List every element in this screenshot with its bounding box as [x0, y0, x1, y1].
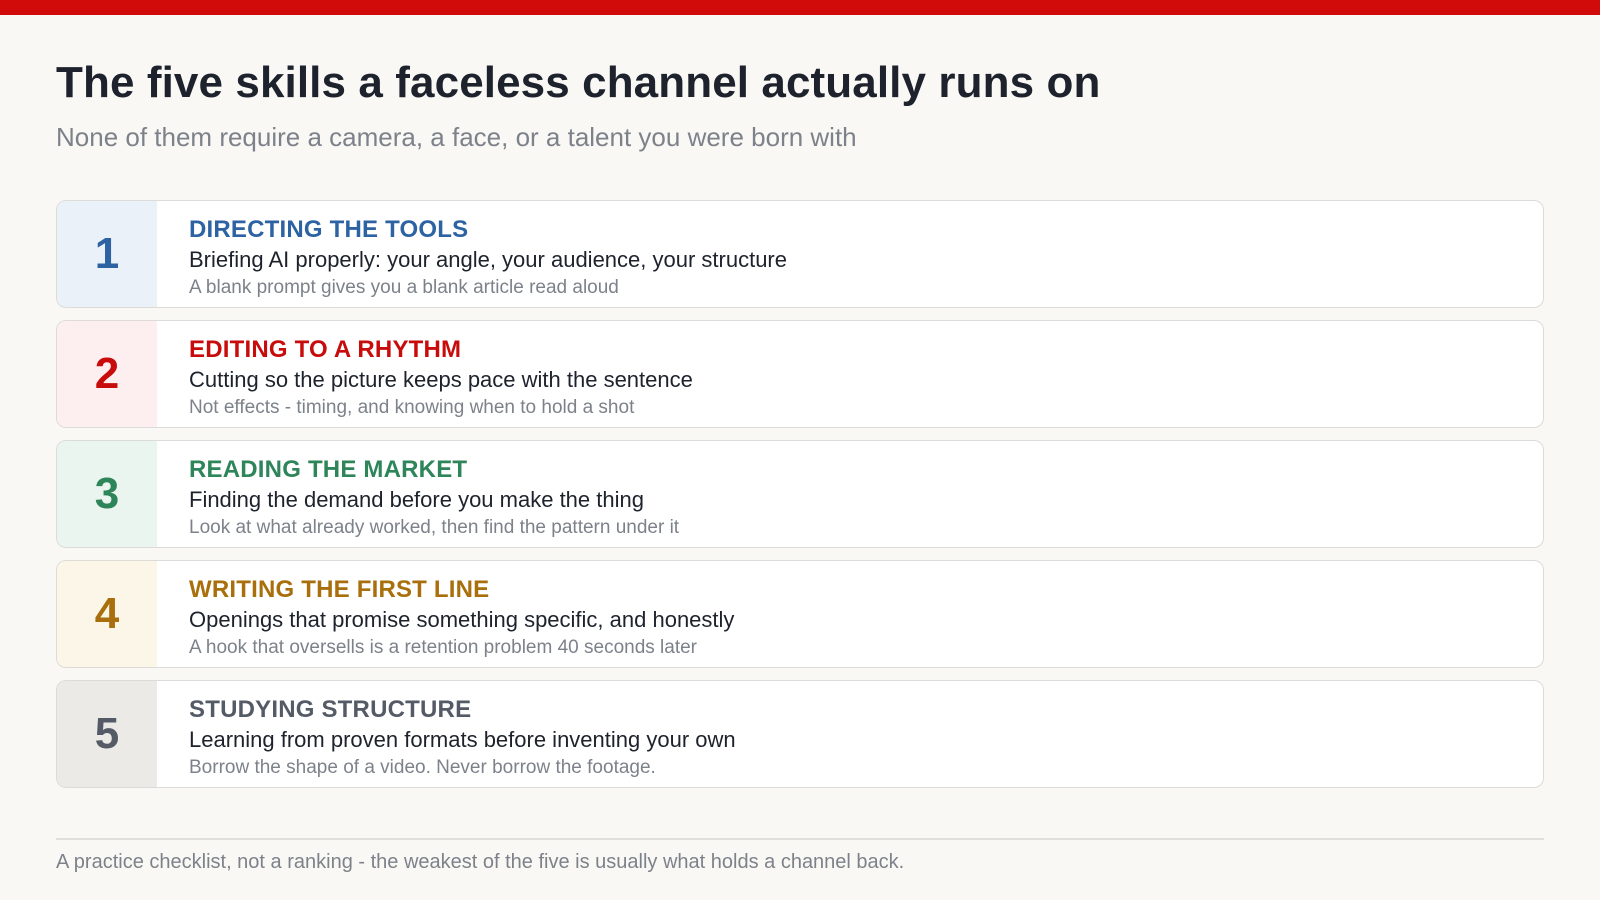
skill-number-box: 5 — [57, 681, 157, 787]
skill-number: 3 — [94, 469, 120, 518]
skill-number-box: 4 — [57, 561, 157, 667]
skill-note: A blank prompt gives you a blank article… — [189, 277, 619, 298]
skill-description: Finding the demand before you make the t… — [189, 487, 644, 512]
skill-card-5: 5 STUDYING STRUCTURE Learning from prove… — [56, 680, 1544, 788]
skill-heading: STUDYING STRUCTURE — [189, 696, 472, 723]
skill-heading: DIRECTING THE TOOLS — [189, 216, 469, 243]
skill-text: READING THE MARKET Finding the demand be… — [189, 455, 1523, 541]
skill-description: Openings that promise something specific… — [189, 607, 735, 632]
footnote: A practice checklist, not a ranking - th… — [56, 851, 905, 873]
skill-text: STUDYING STRUCTURE Learning from proven … — [189, 695, 1523, 781]
skill-number: 4 — [94, 589, 120, 638]
skill-number-box: 2 — [57, 321, 157, 427]
skill-card-3: 3 READING THE MARKET Finding the demand … — [56, 440, 1544, 548]
skill-note: A hook that oversells is a retention pro… — [189, 637, 698, 658]
top-accent-bar — [0, 0, 1600, 15]
skill-number-box: 1 — [57, 201, 157, 307]
skill-heading: WRITING THE FIRST LINE — [189, 576, 490, 603]
footer-divider — [56, 838, 1544, 840]
skill-text: DIRECTING THE TOOLS Briefing AI properly… — [189, 215, 1523, 301]
skill-heading: READING THE MARKET — [189, 456, 468, 483]
skill-note: Borrow the shape of a video. Never borro… — [189, 757, 656, 778]
skill-description: Cutting so the picture keeps pace with t… — [189, 367, 693, 392]
skill-number: 2 — [94, 349, 120, 398]
skill-number-box: 3 — [57, 441, 157, 547]
skill-card-1: 1 DIRECTING THE TOOLS Briefing AI proper… — [56, 200, 1544, 308]
skill-text: WRITING THE FIRST LINE Openings that pro… — [189, 575, 1523, 661]
skill-card-2: 2 EDITING TO A RHYTHM Cutting so the pic… — [56, 320, 1544, 428]
skill-card-4: 4 WRITING THE FIRST LINE Openings that p… — [56, 560, 1544, 668]
skill-note: Not effects - timing, and knowing when t… — [189, 397, 635, 418]
skill-text: EDITING TO A RHYTHM Cutting so the pictu… — [189, 335, 1523, 421]
page-title: The five skills a faceless channel actua… — [56, 58, 1101, 107]
skill-note: Look at what already worked, then find t… — [189, 517, 680, 538]
page-subtitle: None of them require a camera, a face, o… — [56, 122, 857, 152]
skill-number: 5 — [94, 709, 120, 758]
skill-description: Learning from proven formats before inve… — [189, 727, 736, 752]
skill-number: 1 — [94, 229, 120, 278]
skill-description: Briefing AI properly: your angle, your a… — [189, 247, 787, 272]
skill-heading: EDITING TO A RHYTHM — [189, 336, 462, 363]
